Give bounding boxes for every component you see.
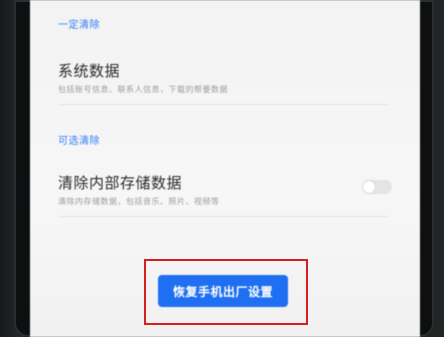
clear-internal-storage-toggle[interactable] [362,180,392,194]
red-highlight-box [144,259,308,325]
system-data-description: 包括账号信息、联系人信息，下载的帮要数据 [58,85,228,94]
toggle-knob [363,181,375,193]
clear-internal-storage-title: 清除内部存储数据 [58,174,183,192]
divider [58,104,388,105]
clear-internal-storage-description: 清除内存储数据，包括音乐、照片、视频等 [58,197,220,206]
section-label-required: 一定清除 [58,20,100,31]
system-data-title: 系统数据 [58,62,121,80]
section-label-optional: 可选清除 [58,136,100,147]
divider [58,216,388,217]
